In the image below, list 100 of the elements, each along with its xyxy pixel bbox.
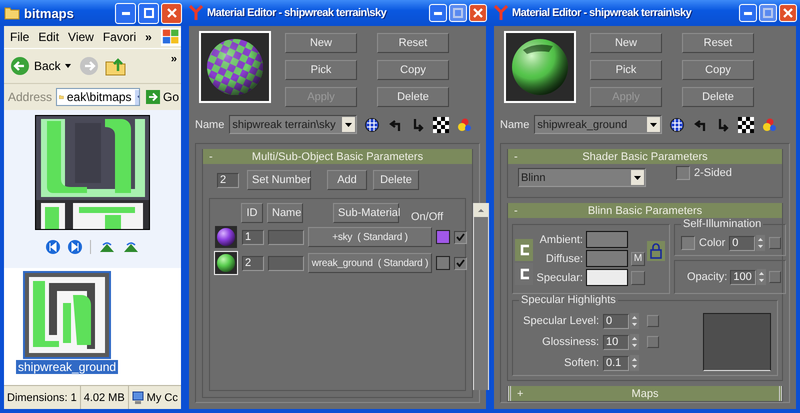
highlight-curve-graph bbox=[703, 313, 771, 371]
minimize-button[interactable] bbox=[429, 4, 447, 22]
name-field[interactable] bbox=[268, 256, 304, 270]
id-field[interactable]: 1 bbox=[242, 230, 264, 244]
link-icon[interactable] bbox=[515, 239, 533, 261]
map-button[interactable] bbox=[647, 315, 659, 327]
folder-up-icon[interactable] bbox=[104, 56, 127, 76]
checker-icon[interactable] bbox=[738, 116, 754, 132]
opacity-label: Opacity: bbox=[687, 271, 728, 283]
spinner-arrows-icon[interactable] bbox=[630, 334, 639, 350]
sample-slot[interactable] bbox=[199, 31, 271, 103]
action-button[interactable]: Delete bbox=[373, 170, 419, 190]
next-button-icon[interactable] bbox=[68, 240, 82, 254]
material-sphere-icon[interactable] bbox=[214, 225, 238, 249]
color-swatch[interactable] bbox=[586, 250, 628, 267]
checkbox[interactable] bbox=[676, 166, 690, 180]
column-header[interactable]: ID bbox=[241, 203, 263, 223]
color-swatch[interactable] bbox=[436, 256, 450, 270]
action-button[interactable]: Add bbox=[327, 170, 367, 190]
menu-item[interactable]: Favori bbox=[102, 30, 136, 44]
editor-button[interactable]: New bbox=[285, 33, 357, 53]
rotate-counterclockwise-icon[interactable] bbox=[123, 241, 139, 253]
name-field[interactable] bbox=[268, 230, 304, 244]
color-balls-icon[interactable] bbox=[456, 116, 472, 132]
previous-button-icon[interactable] bbox=[46, 240, 60, 254]
spinner-arrows-icon[interactable] bbox=[630, 313, 639, 329]
spinner-field[interactable]: 0.1 bbox=[603, 356, 629, 370]
spinner-field[interactable]: 0 bbox=[729, 236, 756, 250]
color-swatch[interactable] bbox=[586, 231, 628, 248]
minimize-button[interactable] bbox=[739, 4, 757, 22]
rollout-header[interactable]: - Shader Basic Parameters bbox=[508, 149, 782, 164]
spinner-field[interactable]: 10 bbox=[603, 334, 629, 350]
column-header[interactable]: Name bbox=[267, 203, 303, 223]
minimize-icon bbox=[744, 12, 752, 14]
scroll-up-icon[interactable] bbox=[474, 203, 488, 217]
menu-item[interactable]: Edit bbox=[38, 30, 60, 44]
spinner-arrows-icon[interactable] bbox=[757, 269, 766, 285]
rollout-header[interactable]: + Maps bbox=[508, 386, 782, 401]
editor-button[interactable]: Copy bbox=[682, 60, 754, 80]
color-balls-icon[interactable] bbox=[761, 116, 778, 132]
editor-button[interactable]: Reset bbox=[377, 33, 449, 53]
map-button[interactable] bbox=[769, 271, 782, 283]
close-button[interactable] bbox=[469, 4, 487, 22]
menu-item[interactable]: File bbox=[10, 30, 30, 44]
editor-button[interactable]: Pick bbox=[285, 60, 357, 80]
close-button[interactable] bbox=[779, 4, 797, 22]
rotate-clockwise-icon[interactable] bbox=[99, 241, 115, 253]
go-button[interactable]: Go bbox=[144, 90, 182, 104]
editor-button[interactable]: Pick bbox=[590, 60, 662, 80]
action-button[interactable]: Set Number bbox=[247, 170, 311, 190]
editor-button[interactable]: Delete bbox=[377, 87, 449, 107]
count-field[interactable]: 2 bbox=[217, 172, 239, 188]
rollout-header[interactable]: - Multi/Sub-Object Basic Parameters bbox=[203, 149, 472, 164]
editor-button[interactable]: Copy bbox=[377, 60, 449, 80]
checker-icon[interactable] bbox=[433, 116, 450, 132]
editor-button[interactable]: Delete bbox=[682, 87, 754, 107]
checkbox[interactable] bbox=[454, 256, 467, 270]
scrollbar[interactable] bbox=[473, 203, 489, 390]
sphere-pattern-icon[interactable] bbox=[669, 116, 686, 132]
checkbox[interactable] bbox=[454, 230, 467, 244]
status-text: My Cc bbox=[146, 392, 178, 404]
sub-material-button[interactable]: +sky ( Standard ) bbox=[308, 227, 432, 247]
shader-dropdown[interactable]: Blinn bbox=[518, 168, 646, 187]
maximize-button[interactable] bbox=[449, 4, 467, 22]
spinner-field[interactable]: 100 bbox=[730, 270, 756, 284]
spinner-arrows-icon[interactable] bbox=[756, 235, 766, 251]
map-button[interactable] bbox=[769, 237, 782, 249]
checkbox[interactable] bbox=[681, 236, 695, 250]
spinner-arrows-icon[interactable] bbox=[630, 355, 639, 371]
status-text: Dimensions: 1 bbox=[4, 386, 81, 409]
address-field[interactable]: eak\bitmaps bbox=[56, 88, 140, 106]
map-button[interactable] bbox=[631, 270, 645, 284]
sub-material-button[interactable]: wreak_ground ( Standard ) bbox=[308, 253, 432, 273]
more-chevron[interactable]: » bbox=[170, 53, 177, 65]
minimize-button[interactable] bbox=[115, 2, 136, 24]
file-name[interactable]: shipwreak_ground bbox=[16, 360, 118, 374]
editor-button[interactable]: Reset bbox=[682, 33, 754, 53]
back-button[interactable]: Back bbox=[8, 56, 73, 76]
lock-icon[interactable] bbox=[647, 241, 665, 261]
rollout-header[interactable]: - Blinn Basic Parameters bbox=[508, 203, 782, 218]
file-thumbnail-drawing[interactable] bbox=[23, 271, 112, 359]
menu-item[interactable]: View bbox=[68, 30, 94, 44]
material-sphere-icon[interactable] bbox=[214, 251, 238, 275]
maximize-button[interactable] bbox=[138, 2, 159, 24]
map-button[interactable] bbox=[647, 336, 659, 348]
color-swatch[interactable] bbox=[586, 269, 628, 286]
map-button[interactable]: M bbox=[631, 252, 645, 266]
id-field[interactable]: 2 bbox=[242, 256, 264, 270]
color-swatch[interactable] bbox=[436, 230, 450, 244]
name-dropdown[interactable]: shipwreak_ground bbox=[534, 115, 662, 134]
sphere-pattern-icon[interactable] bbox=[364, 116, 380, 132]
spinner-field[interactable]: 0 bbox=[603, 314, 629, 328]
sample-slot[interactable] bbox=[504, 31, 576, 103]
maximize-button[interactable] bbox=[759, 4, 777, 22]
name-dropdown[interactable]: shipwreak terrain\sky bbox=[229, 115, 358, 134]
column-header[interactable]: Sub-Material bbox=[333, 203, 399, 223]
more-chevron[interactable]: » bbox=[145, 30, 152, 44]
close-button[interactable] bbox=[161, 2, 182, 24]
field-label: Specular Level: bbox=[522, 315, 599, 327]
editor-button[interactable]: New bbox=[590, 33, 662, 53]
